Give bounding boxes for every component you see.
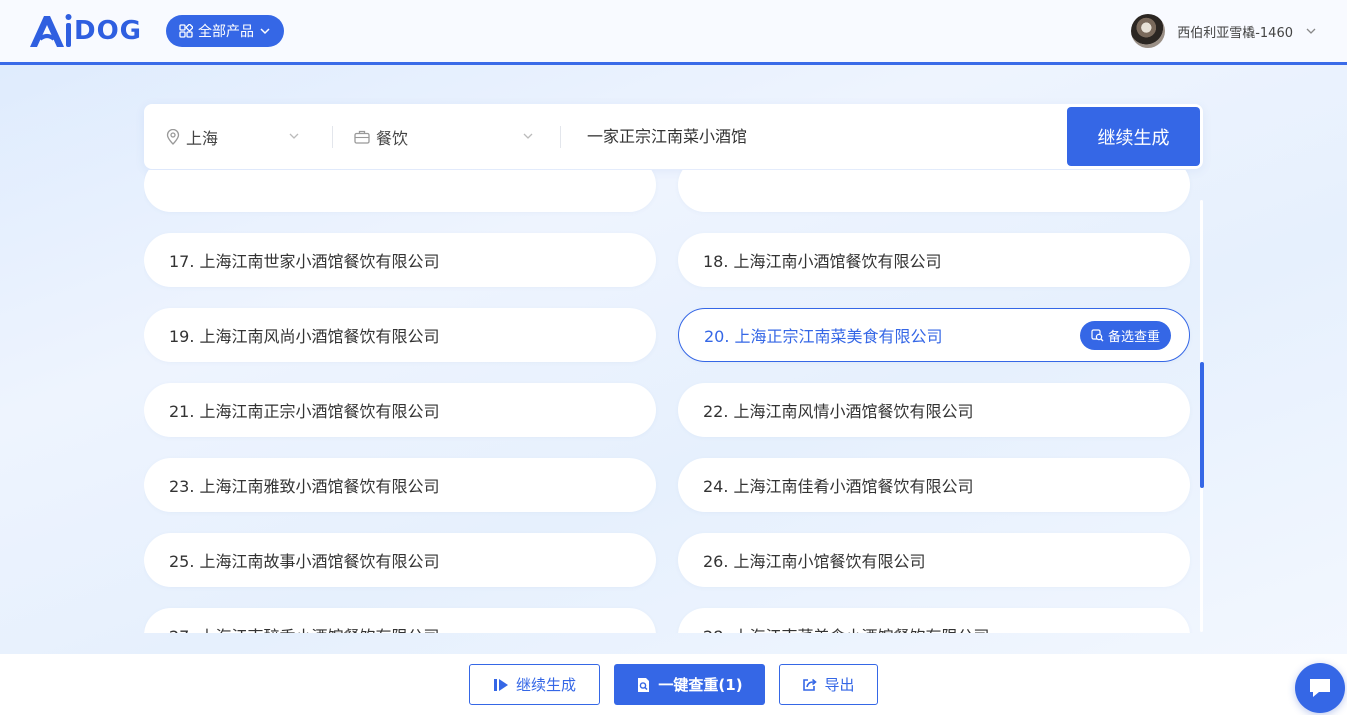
result-name: 23. 上海江南雅致小酒馆餐饮有限公司 [169,477,440,496]
continue-generate-bottom-button[interactable]: 继续生成 [469,664,600,705]
result-item[interactable]: 26. 上海江南小馆餐饮有限公司 [678,533,1190,587]
logo[interactable]: DOG [28,12,142,50]
city-value: 上海 [186,128,219,148]
result-item[interactable]: 24. 上海江南佳肴小酒馆餐饮有限公司 [678,458,1190,512]
industry-value: 餐饮 [376,128,409,148]
chevron-down-icon [1305,25,1317,37]
export-button[interactable]: 导出 [779,664,878,705]
result-item[interactable]: 21. 上海江南正宗小酒馆餐饮有限公司 [144,383,656,437]
result-item[interactable]: 27. 上海江南醉香小酒馆餐饮有限公司 [144,608,656,633]
result-name: 25. 上海江南故事小酒馆餐饮有限公司 [169,552,440,571]
result-item[interactable] [678,170,1190,212]
divider [560,126,561,148]
top-header: DOG 全部产品 西伯利亚雪橇-1460 [0,0,1347,65]
result-item[interactable]: 18. 上海江南小酒馆餐饮有限公司 [678,233,1190,287]
grid-icon [179,24,193,38]
result-name: 26. 上海江南小馆餐饮有限公司 [703,552,926,571]
result-name: 28. 上海江南菜美食小酒馆餐饮有限公司 [703,623,990,633]
result-name: 19. 上海江南风尚小酒馆餐饮有限公司 [169,327,440,346]
logo-mark-icon [30,14,72,47]
city-select[interactable]: 上海 [166,104,300,169]
chevron-down-icon [288,130,300,142]
play-step-icon [493,678,509,692]
result-item[interactable]: 19. 上海江南风尚小酒馆餐饮有限公司 [144,308,656,362]
logo-text: DOG [74,16,143,46]
all-products-button[interactable]: 全部产品 [166,15,284,47]
result-name: 18. 上海江南小酒馆餐饮有限公司 [703,252,942,271]
divider [332,126,333,148]
scrollbar-thumb[interactable] [1200,362,1204,488]
result-name: 20. 上海正宗江南菜美食有限公司 [704,327,943,346]
result-item[interactable]: 17. 上海江南世家小酒馆餐饮有限公司 [144,233,656,287]
candidate-check-label: 备选查重 [1107,330,1160,345]
chat-support-button[interactable] [1295,663,1345,713]
location-pin-icon [166,128,180,145]
result-name: 24. 上海江南佳肴小酒馆餐饮有限公司 [703,477,974,496]
user-menu[interactable]: 西伯利亚雪橇-1460 [1131,14,1317,48]
result-item[interactable]: 23. 上海江南雅致小酒馆餐饮有限公司 [144,458,656,512]
bottom-action-bar: 继续生成 一键查重(1) 导出 [0,654,1347,715]
one-click-check-button[interactable]: 一键查重(1) [614,664,765,705]
result-item[interactable]: 28. 上海江南菜美食小酒馆餐饮有限公司 [678,608,1190,633]
result-name: 22. 上海江南风情小酒馆餐饮有限公司 [703,402,974,421]
chevron-down-icon [522,130,534,142]
result-name: 17. 上海江南世家小酒馆餐饮有限公司 [169,252,440,271]
result-item[interactable]: 25. 上海江南故事小酒馆餐饮有限公司 [144,533,656,587]
briefcase-icon [354,130,370,144]
result-name: 21. 上海江南正宗小酒馆餐饮有限公司 [169,402,440,421]
avatar[interactable] [1131,14,1166,48]
share-icon [802,677,818,692]
result-item[interactable]: 22. 上海江南风情小酒馆餐饮有限公司 [678,383,1190,437]
result-item[interactable] [144,170,656,212]
query-input[interactable]: 一家正宗江南菜小酒馆 [587,104,1047,169]
continue-generate-bottom-label: 继续生成 [515,676,576,694]
industry-select[interactable]: 餐饮 [354,104,534,169]
search-bar: 上海 餐饮 一家正宗江南菜小酒馆 继续生成 [144,104,1203,169]
candidate-check-button[interactable]: 备选查重 [1079,321,1171,350]
result-name: 27. 上海江南醉香小酒馆餐饮有限公司 [169,623,440,633]
one-click-check-label: 一键查重(1) [658,676,743,694]
search-copy-icon [1091,329,1104,342]
results-list[interactable]: 17. 上海江南世家小酒馆餐饮有限公司 18. 上海江南小酒馆餐饮有限公司 19… [144,170,1204,633]
doc-search-icon [636,677,651,693]
chevron-down-icon [259,25,271,37]
all-products-label: 全部产品 [198,24,254,40]
chat-icon [1307,676,1333,700]
export-label: 导出 [824,676,855,694]
continue-generate-button[interactable]: 继续生成 [1067,107,1200,166]
username[interactable]: 西伯利亚雪橇-1460 [1177,22,1293,41]
result-item-selected[interactable]: 20. 上海正宗江南菜美食有限公司 备选查重 [678,308,1190,362]
